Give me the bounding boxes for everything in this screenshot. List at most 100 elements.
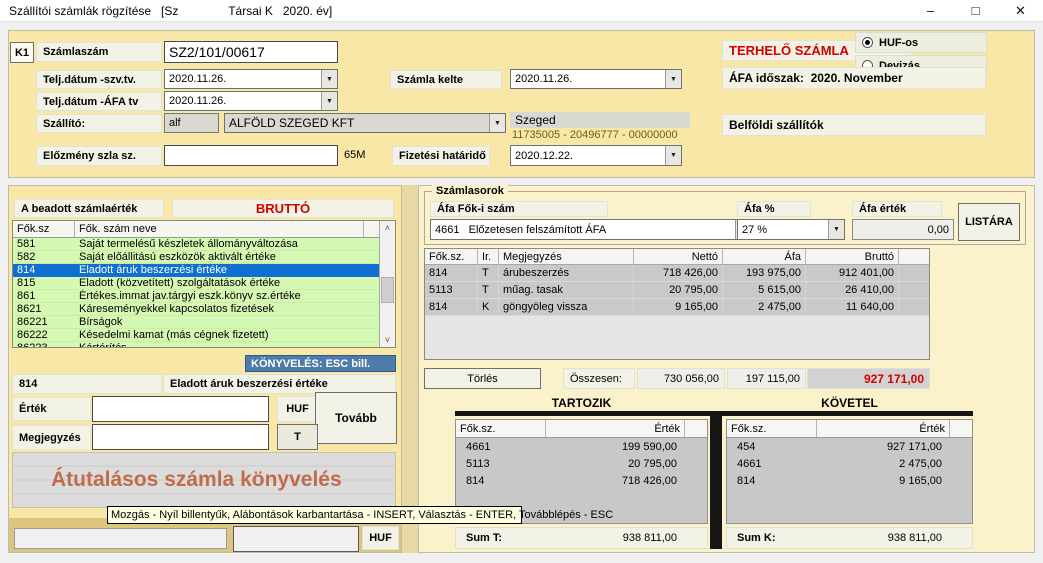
account-row[interactable]: 86222Késedelmi kamat (más cégnek fizetet…	[13, 329, 395, 342]
vat-percent-label: Áfa %	[737, 201, 811, 217]
account-row[interactable]: 581Saját termelésű készletek állományvál…	[13, 238, 395, 251]
account-row[interactable]: 582Saját előállitású eszközök aktivált é…	[13, 251, 395, 264]
invoice-line-row[interactable]: 814Tárubeszerzés718 426,00193 975,00912 …	[425, 265, 929, 282]
account-row[interactable]: 861Értékes.immat jav.tárgyi eszk.könyv s…	[13, 290, 395, 303]
scroll-up-icon[interactable]: ˄	[380, 221, 395, 235]
scroll-down-icon[interactable]: ˅	[380, 333, 395, 347]
column-header-empty	[950, 420, 972, 437]
column-header-value: Érték	[817, 420, 950, 437]
invoice-number-input[interactable]: SZ2/101/00617	[164, 41, 338, 63]
title-bar: Szállítói számlák rögzítése [Sz Társai K…	[0, 0, 1043, 22]
total-afa: 197 115,00	[727, 368, 806, 389]
account-row[interactable]: 814Eladott áruk beszerzési értéke	[13, 264, 395, 277]
column-header-empty	[685, 420, 707, 437]
t-button[interactable]: T	[277, 424, 318, 450]
vat-value-input[interactable]: 0,00	[852, 219, 954, 240]
payment-due-combo[interactable]: 2020.12.22. ▼	[510, 145, 682, 166]
lines-table-header: Fők.sz. Ir. Megjegyzés Nettó Áfa Bruttó	[425, 249, 929, 265]
total-netto: 730 056,00	[637, 368, 725, 389]
bottom-input-1[interactable]	[14, 528, 227, 549]
column-header-brutto: Bruttó	[806, 249, 899, 264]
k1-button[interactable]: K1	[10, 42, 34, 63]
ledger-row[interactable]: 511320 795,00	[456, 455, 707, 472]
invoice-date-combo[interactable]: 2020.11.26. ▼	[510, 69, 682, 89]
ledger-row[interactable]: 454927 171,00	[727, 438, 972, 455]
radio-huf[interactable]: HUF-os	[855, 32, 987, 53]
account-row[interactable]: 815Eladott (közvetített) szolgáltatások …	[13, 277, 395, 290]
column-header-code: Fők.sz.	[727, 420, 817, 437]
sum-k-label: Sum K:	[727, 532, 776, 544]
chevron-down-icon[interactable]: ▼	[321, 70, 337, 88]
vat-account-combo[interactable]: 4661 Előzetesen felszámított ÁFA ▼	[430, 219, 752, 240]
debit-table-header: Fők.sz. Érték	[456, 420, 707, 438]
fulfillment-date-szv-combo[interactable]: 2020.11.26. ▼	[164, 69, 338, 89]
account-row[interactable]: 86223Kártérítés	[13, 342, 395, 348]
lines-table-body: 814Tárubeszerzés718 426,00193 975,00912 …	[425, 265, 929, 316]
fulfillment-date-afa-combo[interactable]: 2020.11.26. ▼	[164, 91, 338, 111]
supplier-name-combo[interactable]: ALFÖLD SZEGED KFT ▼	[224, 113, 506, 133]
chevron-down-icon[interactable]: ▼	[321, 92, 337, 110]
transfer-invoice-banner: Átutalásos számla könyvelés	[12, 452, 396, 508]
listara-button[interactable]: LISTÁRA	[958, 203, 1020, 241]
entered-invoice-value-label: A beadott számlaérték	[14, 199, 164, 218]
note-label: Megjegyzés	[12, 425, 91, 450]
account-row[interactable]: 8621Káreseményekkel kapcsolatos fizetése…	[13, 303, 395, 316]
supplier-label: Szállító:	[36, 114, 162, 133]
chevron-down-icon[interactable]: ▼	[665, 70, 681, 88]
bottom-input-2[interactable]	[233, 526, 359, 552]
chevron-down-icon[interactable]: ▼	[665, 146, 681, 165]
sum-k-value: 938 811,00	[888, 532, 972, 544]
panel-gap	[402, 185, 418, 553]
bottom-huf-label: HUF	[362, 526, 399, 550]
selected-account-code: 814	[12, 374, 162, 394]
keyboard-hint-tooltip: Mozgás - Nyíl billentyűk, Alábontások ka…	[107, 506, 522, 524]
credit-table-header: Fők.sz. Érték	[727, 420, 972, 438]
torles-button[interactable]: Törlés	[424, 368, 541, 389]
supplier-code-input[interactable]: alf	[164, 113, 219, 133]
column-header-name: Fők. szám neve	[75, 221, 364, 237]
huf-label: HUF	[277, 396, 318, 422]
column-header-code: Fők.sz	[13, 221, 75, 237]
app-window: Szállítói számlák rögzítése [Sz Társai K…	[0, 0, 1043, 563]
minimize-icon[interactable]: –	[908, 0, 953, 21]
chevron-down-icon[interactable]: ▼	[828, 220, 844, 239]
debit-credit-divider-vertical	[710, 411, 722, 549]
sum-t-row: Sum T: 938 811,00	[455, 527, 708, 549]
invoice-line-row[interactable]: 5113Tműag. tasak20 795,005 615,0026 410,…	[425, 282, 929, 299]
vat-period-label: ÁFA időszak: 2020. November	[722, 67, 986, 89]
value-label: Érték	[12, 397, 91, 421]
ledger-row[interactable]: 4661199 590,00	[456, 438, 707, 455]
previous-invoice-input[interactable]	[164, 145, 338, 166]
sum-t-value: 938 811,00	[623, 532, 707, 544]
selected-account-name: Eladott áruk beszerzési értéke	[163, 374, 396, 394]
close-icon[interactable]: ✕	[998, 0, 1043, 21]
accounts-scrollbar[interactable]: ˄ ˅	[379, 221, 395, 347]
column-header-netto: Nettó	[634, 249, 723, 264]
column-header-empty	[899, 249, 929, 264]
supplier-city: Szeged	[510, 112, 690, 128]
payment-due-label: Fizetési határidő	[392, 146, 490, 166]
column-header-code: Fők.sz.	[456, 420, 546, 437]
window-title: Szállítói számlák rögzítése [Sz Társai K…	[0, 4, 332, 18]
fulfillment-date-afa-label: Telj.dátum -ÁFA tv	[36, 92, 162, 111]
vat-account-label: Áfa Fők-i szám	[430, 201, 608, 217]
maximize-icon[interactable]: □	[953, 0, 998, 21]
column-header-ir: Ir.	[478, 249, 499, 264]
accounts-table-header: Fők.sz Fők. szám neve	[13, 221, 395, 238]
invoice-line-row[interactable]: 814Kgöngyöleg vissza9 165,002 475,0011 6…	[425, 299, 929, 316]
ledger-row[interactable]: 46612 475,00	[727, 455, 972, 472]
credit-table-body: 454927 171,0046612 475,008149 165,00	[727, 438, 972, 489]
tovabb-button[interactable]: Tovább	[315, 392, 397, 444]
scroll-thumb[interactable]	[381, 277, 394, 303]
chevron-down-icon[interactable]: ▼	[489, 114, 505, 132]
supplier-bank-account: 11735005 - 20496777 - 00000000	[512, 128, 742, 142]
konyveles-badge: KÖNYVELÉS: ESC bill.	[245, 355, 396, 372]
vat-percent-combo[interactable]: 27 % ▼	[737, 219, 845, 240]
ledger-row[interactable]: 814718 426,00	[456, 472, 707, 489]
account-row[interactable]: 86221Bírságok	[13, 316, 395, 329]
value-input[interactable]	[92, 396, 269, 422]
domestic-suppliers-label: Belföldi szállítók	[722, 114, 986, 136]
note-input[interactable]	[92, 424, 269, 450]
ledger-row[interactable]: 8149 165,00	[727, 472, 972, 489]
osszesen-label: Összesen:	[563, 368, 635, 389]
